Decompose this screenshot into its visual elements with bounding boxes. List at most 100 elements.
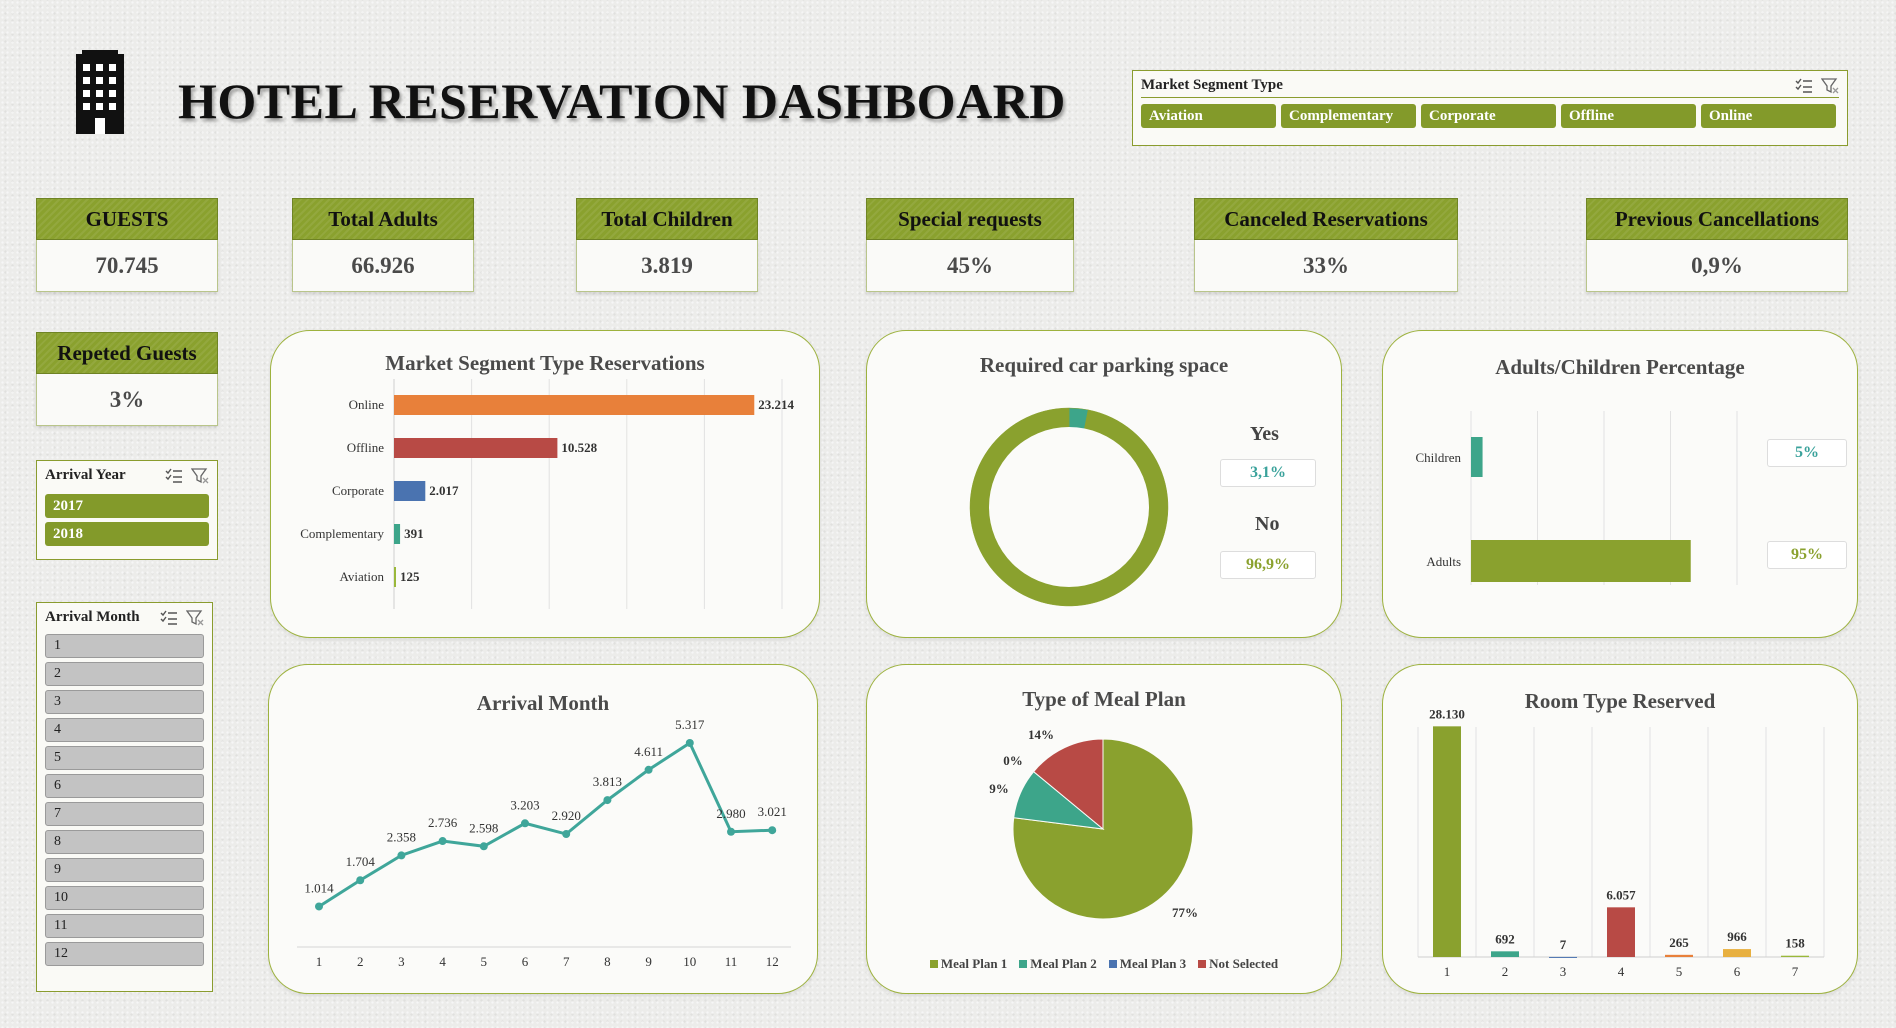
multiselect-icon[interactable]: [165, 468, 183, 484]
tick-label: 3: [1560, 964, 1567, 979]
donut-hole: [989, 427, 1149, 587]
year-chip-2018[interactable]: 2018: [45, 522, 209, 546]
tick-label: 10: [683, 954, 696, 969]
month-chip-5[interactable]: 5: [45, 746, 204, 770]
tick-label: 5: [1676, 964, 1683, 979]
data-label: 4.611: [634, 744, 663, 759]
slicer-title: Arrival Month: [45, 609, 140, 625]
data-label: 3.813: [593, 774, 622, 789]
data-label: 5.317: [675, 717, 705, 732]
market-segment-chart: Online 23.214 Offline 10.528 Corporate 2.017 C…: [300, 379, 795, 609]
meal-plan-panel: Type of Meal Plan 77% 9% 0% 14% Meal Plan 1…: [866, 664, 1342, 994]
segment-chip-online[interactable]: Online: [1701, 104, 1836, 128]
bar: [1433, 726, 1461, 957]
legend-label: Meal Plan 1: [940, 956, 1008, 971]
tick-label: Children: [1416, 450, 1462, 465]
legend-no-label: No: [1255, 513, 1280, 535]
kpi-label: Repeted Guests: [36, 332, 218, 374]
kpi-label: Canceled Reservations: [1194, 198, 1458, 240]
kpi-value: 3%: [36, 374, 218, 426]
month-chip-7[interactable]: 7: [45, 802, 204, 826]
data-point: [356, 876, 365, 885]
kpi-previous-cancellations: Previous Cancellations 0,9%: [1586, 198, 1848, 292]
month-chip-6[interactable]: 6: [45, 774, 204, 798]
data-label: 3.021: [758, 804, 787, 819]
year-chip-2017[interactable]: 2017: [45, 494, 209, 518]
data-point: [768, 826, 777, 835]
segment-chip-complementary[interactable]: Complementary: [1281, 104, 1416, 128]
slicer-title: Arrival Year: [45, 467, 126, 483]
month-chip-12[interactable]: 12: [45, 942, 204, 966]
kpi-value: 3.819: [576, 240, 758, 292]
tick-label: 4: [439, 954, 446, 969]
data-label: 14%: [1028, 727, 1054, 742]
segment-chip-aviation[interactable]: Aviation: [1141, 104, 1276, 128]
month-chip-4[interactable]: 4: [45, 718, 204, 742]
kpi-label: Total Adults: [292, 198, 474, 240]
month-chip-8[interactable]: 8: [45, 830, 204, 854]
bar: [394, 438, 558, 458]
multiselect-icon[interactable]: [1795, 78, 1813, 94]
kpi-value: 0,9%: [1586, 240, 1848, 292]
clear-filter-icon[interactable]: [186, 609, 204, 626]
month-chip-11[interactable]: 11: [45, 914, 204, 938]
kpi-special-requests: Special requests 45%: [866, 198, 1074, 292]
tick-label: Online: [349, 397, 385, 412]
bar: [394, 395, 755, 415]
kpi-label: Total Children: [576, 198, 758, 240]
data-label: 2.980: [716, 806, 745, 821]
legend-item: Meal Plan 1: [929, 956, 1008, 972]
month-chip-1[interactable]: 1: [45, 634, 204, 658]
children-pct-value: 5%: [1767, 439, 1847, 467]
data-label: 28.130: [1429, 706, 1465, 721]
arrival-year-slicer: Arrival Year 2017 2018: [36, 460, 218, 560]
tick-label: 11: [725, 954, 738, 969]
tick-label: 2: [1502, 964, 1509, 979]
kpi-label: GUESTS: [36, 198, 218, 240]
multiselect-icon[interactable]: [160, 610, 178, 626]
series-line: [318, 740, 773, 908]
data-label: 2.598: [469, 820, 498, 835]
data-point: [562, 830, 571, 839]
data-label: 77%: [1172, 905, 1198, 920]
tick-label: 6: [1734, 964, 1741, 979]
clear-filter-icon[interactable]: [1821, 77, 1839, 94]
data-label: 6.057: [1606, 887, 1636, 902]
bar: [1549, 956, 1577, 958]
data-label: 2.017: [429, 483, 459, 498]
month-chip-9[interactable]: 9: [45, 858, 204, 882]
data-label: 391: [404, 526, 424, 541]
legend-yes-label: Yes: [1250, 423, 1279, 445]
segment-chip-corporate[interactable]: Corporate: [1421, 104, 1556, 128]
legend-label: Meal Plan 2: [1030, 956, 1097, 971]
bar: [1607, 907, 1635, 957]
kpi-label: Special requests: [866, 198, 1074, 240]
data-label: 7: [1560, 937, 1567, 952]
adults-children-chart: Children Adults: [1416, 411, 1738, 585]
tick-label: 1: [1444, 964, 1451, 979]
month-chip-2[interactable]: 2: [45, 662, 204, 686]
building-icon: [76, 50, 124, 134]
segment-chip-offline[interactable]: Offline: [1561, 104, 1696, 128]
room-type-chart: 28.130 1 692 2 7 3 6.057 4 265 5 966 6 158 7: [1417, 706, 1825, 979]
data-label: 9%: [989, 781, 1009, 796]
data-label: 1.704: [346, 854, 376, 869]
tick-label: 3: [398, 954, 405, 969]
data-point: [438, 837, 447, 846]
tick-label: 2: [357, 954, 364, 969]
kpi-repeated-guests: Repeted Guests 3%: [36, 332, 218, 426]
month-chip-3[interactable]: 3: [45, 690, 204, 714]
data-point: [685, 738, 694, 747]
data-label: 0%: [1003, 753, 1023, 768]
tick-label: Complementary: [300, 526, 384, 541]
legend-label: Meal Plan 3: [1119, 956, 1187, 971]
month-chip-10[interactable]: 10: [45, 886, 204, 910]
bar: [1491, 951, 1519, 957]
tick-label: Corporate: [332, 483, 384, 498]
data-point: [727, 827, 735, 836]
clear-filter-icon[interactable]: [191, 467, 209, 484]
kpi-value: 70.745: [36, 240, 218, 292]
kpi-value: 45%: [866, 240, 1074, 292]
data-point: [644, 765, 653, 774]
market-segment-panel: Market Segment Type Reservations Online 2…: [270, 330, 820, 638]
